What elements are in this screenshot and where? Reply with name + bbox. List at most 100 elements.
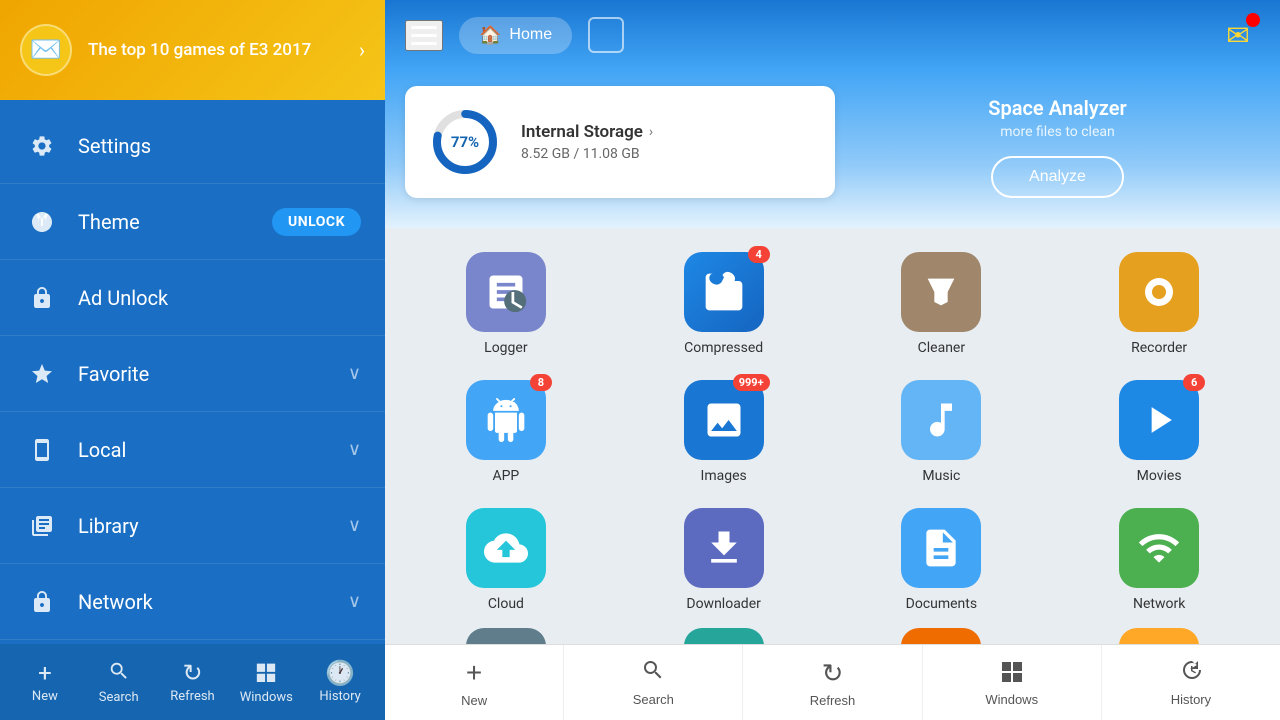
windows-label: Windows (240, 690, 293, 705)
music-icon (901, 380, 981, 460)
sidebar: ✉️ The top 10 games of E3 2017 › Setting… (0, 0, 385, 720)
home-tab[interactable]: 🏠 Home (459, 17, 572, 54)
home-tab-label: Home (509, 26, 552, 44)
new-button[interactable]: + New (385, 645, 564, 720)
partial-icon-3 (841, 628, 1043, 644)
images-label: Images (701, 468, 747, 484)
search-nav-icon (641, 658, 665, 688)
partial-row (405, 628, 1260, 644)
music-label: Music (922, 468, 960, 484)
app-item-downloader[interactable]: Downloader (623, 500, 825, 620)
app-item-music[interactable]: Music (841, 372, 1043, 492)
images-icon-wrap: 999+ (684, 380, 764, 460)
ad-unlock-icon (24, 280, 60, 316)
sidebar-item-library[interactable]: Library ∨ (0, 488, 385, 564)
sidebar-item-ad-unlock[interactable]: Ad Unlock (0, 260, 385, 336)
search-label: Search (99, 690, 139, 705)
app-item-cleaner[interactable]: Cleaner (841, 244, 1043, 364)
app-label: APP (492, 468, 519, 484)
main-content: 🏠 Home ✉ 77% Internal Storage › (385, 0, 1280, 720)
sidebar-item-local[interactable]: Local ∨ (0, 412, 385, 488)
network-icon-wrap (1119, 508, 1199, 588)
windows-button[interactable]: Windows (923, 645, 1102, 720)
new-nav-icon: + (466, 657, 482, 689)
history-icon: 🕐 (325, 661, 355, 685)
local-icon (24, 432, 60, 468)
movies-badge: 6 (1183, 374, 1205, 391)
sidebar-item-favorite[interactable]: Favorite ∨ (0, 336, 385, 412)
settings-icon (24, 128, 60, 164)
storage-arrow-icon: › (649, 124, 653, 140)
history-label: History (319, 689, 360, 704)
sidebar-ad-unlock-label: Ad Unlock (78, 286, 361, 310)
hamburger-button[interactable] (405, 20, 443, 51)
sidebar-banner[interactable]: ✉️ The top 10 games of E3 2017 › (0, 0, 385, 100)
app-item-cloud[interactable]: Cloud (405, 500, 607, 620)
sidebar-windows-btn[interactable]: Windows (229, 660, 303, 705)
refresh-icon: ↻ (182, 661, 202, 685)
movies-icon-wrap: 6 (1119, 380, 1199, 460)
cleaner-icon (901, 252, 981, 332)
library-icon (24, 508, 60, 544)
windows-nav-icon (1000, 658, 1024, 688)
storage-info: Internal Storage › 8.52 GB / 11.08 GB (521, 122, 811, 162)
network-chevron-icon: ∨ (348, 591, 361, 612)
sidebar-refresh-btn[interactable]: ↻ Refresh (156, 661, 230, 704)
movies-icon (1119, 380, 1199, 460)
history-nav-label: History (1171, 692, 1211, 707)
compressed-badge: 4 (748, 246, 770, 263)
sidebar-item-theme[interactable]: Theme UNLOCK (0, 184, 385, 260)
storage-donut: 77% (429, 106, 501, 178)
history-button[interactable]: History (1102, 645, 1280, 720)
sidebar-search-btn[interactable]: Search (82, 660, 156, 705)
app-icon-wrap: 8 (466, 380, 546, 460)
app-item-logger[interactable]: Logger (405, 244, 607, 364)
app-grid: Logger 4 Compressed (405, 244, 1260, 620)
refresh-button[interactable]: ↻ Refresh (743, 645, 922, 720)
home-icon: 🏠 (479, 25, 501, 46)
storage-size: 8.52 GB / 11.08 GB (521, 146, 811, 162)
refresh-nav-icon: ↻ (822, 658, 844, 689)
movies-label: Movies (1137, 468, 1182, 484)
app-item-network[interactable]: Network (1058, 500, 1260, 620)
unlock-badge[interactable]: UNLOCK (272, 208, 361, 236)
logger-icon (466, 252, 546, 332)
network-label: Network (1133, 596, 1185, 612)
downloader-icon-wrap (684, 508, 764, 588)
sidebar-item-network[interactable]: Network ∨ (0, 564, 385, 640)
network-sidebar-icon (24, 584, 60, 620)
app-item-recorder[interactable]: Recorder (1058, 244, 1260, 364)
history-nav-icon (1179, 658, 1203, 688)
analyze-button[interactable]: Analyze (991, 156, 1124, 198)
partial-icon-1 (405, 628, 607, 644)
documents-label: Documents (906, 596, 977, 612)
documents-icon-wrap (901, 508, 981, 588)
app-item-movies[interactable]: 6 Movies (1058, 372, 1260, 492)
images-icon (684, 380, 764, 460)
new-nav-label: New (461, 693, 487, 708)
app-item-documents[interactable]: Documents (841, 500, 1043, 620)
sidebar-item-settings[interactable]: Settings (0, 108, 385, 184)
search-button[interactable]: Search (564, 645, 743, 720)
app-item-compressed[interactable]: 4 Compressed (623, 244, 825, 364)
app-item-app[interactable]: 8 APP (405, 372, 607, 492)
new-label: New (32, 689, 58, 704)
mail-badge (1246, 13, 1260, 27)
favorite-icon (24, 356, 60, 392)
documents-icon (901, 508, 981, 588)
sidebar-history-btn[interactable]: 🕐 History (303, 661, 377, 704)
cloud-label: Cloud (488, 596, 524, 612)
storage-card[interactable]: 77% Internal Storage › 8.52 GB / 11.08 G… (405, 86, 835, 198)
sidebar-new-btn[interactable]: + New (8, 661, 82, 704)
analyzer-title: Space Analyzer (988, 96, 1126, 120)
recorder-icon-wrap (1119, 252, 1199, 332)
search-icon (108, 660, 130, 686)
mail-button[interactable]: ✉ (1216, 13, 1260, 57)
banner-text: The top 10 games of E3 2017 (88, 40, 343, 60)
cleaner-label: Cleaner (918, 340, 965, 356)
banner-arrow-icon: › (359, 38, 365, 62)
app-item-images[interactable]: 999+ Images (623, 372, 825, 492)
space-analyzer: Space Analyzer more files to clean Analy… (855, 86, 1260, 208)
tab-placeholder[interactable] (588, 17, 624, 53)
sidebar-library-label: Library (78, 514, 348, 538)
